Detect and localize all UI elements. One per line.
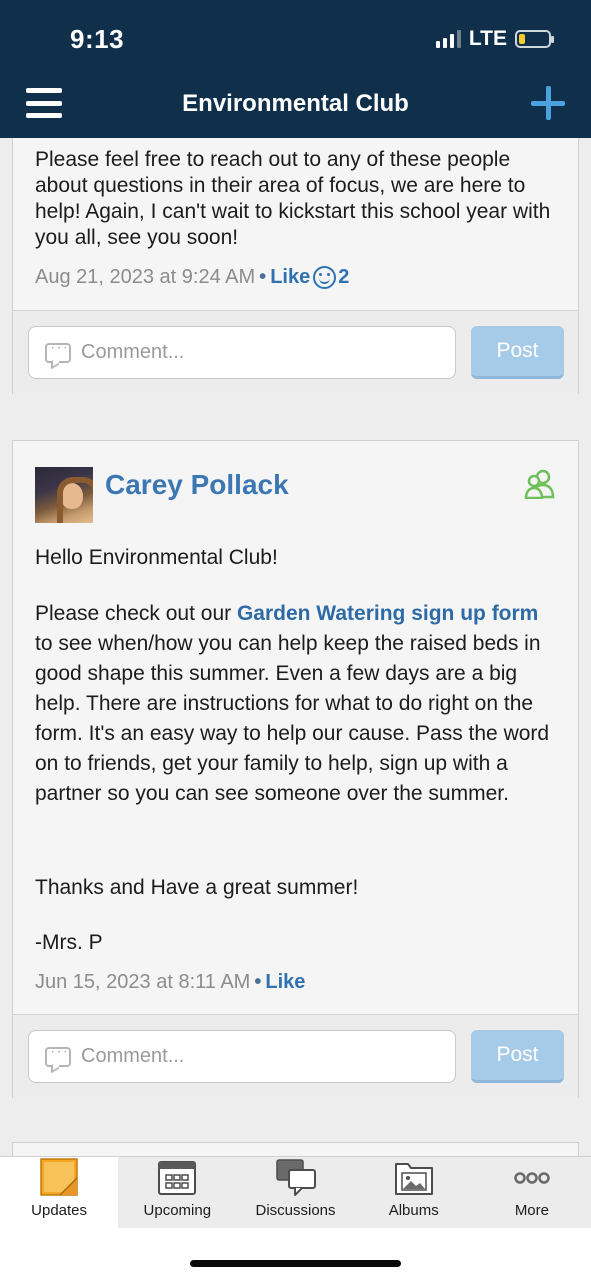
- signal-icon: [435, 30, 461, 48]
- smile-icon[interactable]: [313, 266, 337, 289]
- comment-bar: Comment... Post: [13, 310, 578, 394]
- author-row: Carey Pollack: [35, 467, 289, 523]
- tab-discussions[interactable]: Discussions: [236, 1157, 355, 1228]
- tab-bar: Updates Upcoming Discussions Albums More: [0, 1156, 591, 1228]
- add-icon[interactable]: [531, 86, 565, 120]
- avatar[interactable]: [35, 467, 93, 523]
- post-text: Please check out our: [35, 602, 237, 625]
- comment-input[interactable]: Comment...: [28, 326, 456, 379]
- meta-separator: •: [254, 971, 262, 993]
- post-card: Please feel free to reach out to any of …: [12, 138, 579, 394]
- garden-signup-link[interactable]: Garden Watering sign up form: [237, 602, 538, 625]
- tab-upcoming[interactable]: Upcoming: [118, 1157, 237, 1228]
- meta-separator: •: [259, 266, 267, 288]
- post-body: Please feel free to reach out to any of …: [35, 148, 551, 249]
- author-name[interactable]: Carey Pollack: [105, 469, 289, 501]
- status-time: 9:13: [70, 24, 125, 54]
- post-comment-button[interactable]: Post: [471, 326, 564, 379]
- post-meta: Aug 21, 2023 at 9:24 AM • Like 2: [13, 266, 371, 289]
- post-card: Carey Pollack Hello Environmental Club! …: [12, 440, 579, 1098]
- group-members-icon[interactable]: [524, 469, 556, 499]
- tab-albums[interactable]: Albums: [354, 1157, 473, 1228]
- post-greeting: Hello Environmental Club!: [35, 546, 278, 569]
- post-closing: Thanks and Have a great summer!: [35, 876, 359, 899]
- comment-icon: [45, 339, 71, 363]
- comment-input[interactable]: Comment...: [28, 1030, 456, 1083]
- comment-placeholder: Comment...: [81, 341, 185, 363]
- photo-album-icon: [394, 1163, 433, 1195]
- top-bar: 9:13 LTE Environmental Club: [0, 0, 591, 138]
- like-button[interactable]: Like: [265, 971, 305, 994]
- battery-icon: [515, 30, 554, 48]
- post-body: Please check out our Garden Watering sig…: [13, 599, 578, 809]
- tab-label: More: [514, 1202, 549, 1219]
- status-indicators: LTE: [435, 27, 554, 51]
- post-comment-button[interactable]: Post: [471, 1030, 564, 1083]
- home-indicator[interactable]: [190, 1260, 401, 1267]
- calendar-icon: [158, 1161, 197, 1195]
- home-indicator-area: [0, 1228, 591, 1280]
- post-timestamp: Jun 15, 2023 at 8:11 AM: [35, 971, 251, 993]
- chat-bubbles-icon: [275, 1159, 316, 1196]
- post-signature: -Mrs. P: [35, 931, 103, 954]
- network-label: LTE: [468, 27, 507, 50]
- tab-label: Upcoming: [143, 1202, 212, 1219]
- tab-updates[interactable]: Updates: [0, 1157, 119, 1228]
- comment-icon: [45, 1043, 71, 1067]
- tab-label: Discussions: [255, 1202, 336, 1219]
- comment-bar: Comment... Post: [13, 1014, 578, 1098]
- post-text: to see when/how you can help keep the ra…: [35, 632, 550, 805]
- tab-label: Updates: [31, 1202, 88, 1219]
- like-button[interactable]: Like: [270, 266, 310, 289]
- tab-more[interactable]: More: [472, 1157, 591, 1228]
- page-title: Environmental Club: [182, 90, 409, 117]
- post-meta: Jun 15, 2023 at 8:11 AM • Like: [13, 971, 327, 994]
- tab-label: Albums: [388, 1202, 439, 1219]
- post-timestamp: Aug 21, 2023 at 9:24 AM: [35, 266, 256, 288]
- sticky-note-icon: [40, 1158, 78, 1196]
- like-count[interactable]: 2: [338, 266, 349, 289]
- more-dots-icon: [514, 1172, 550, 1184]
- comment-placeholder: Comment...: [81, 1045, 185, 1067]
